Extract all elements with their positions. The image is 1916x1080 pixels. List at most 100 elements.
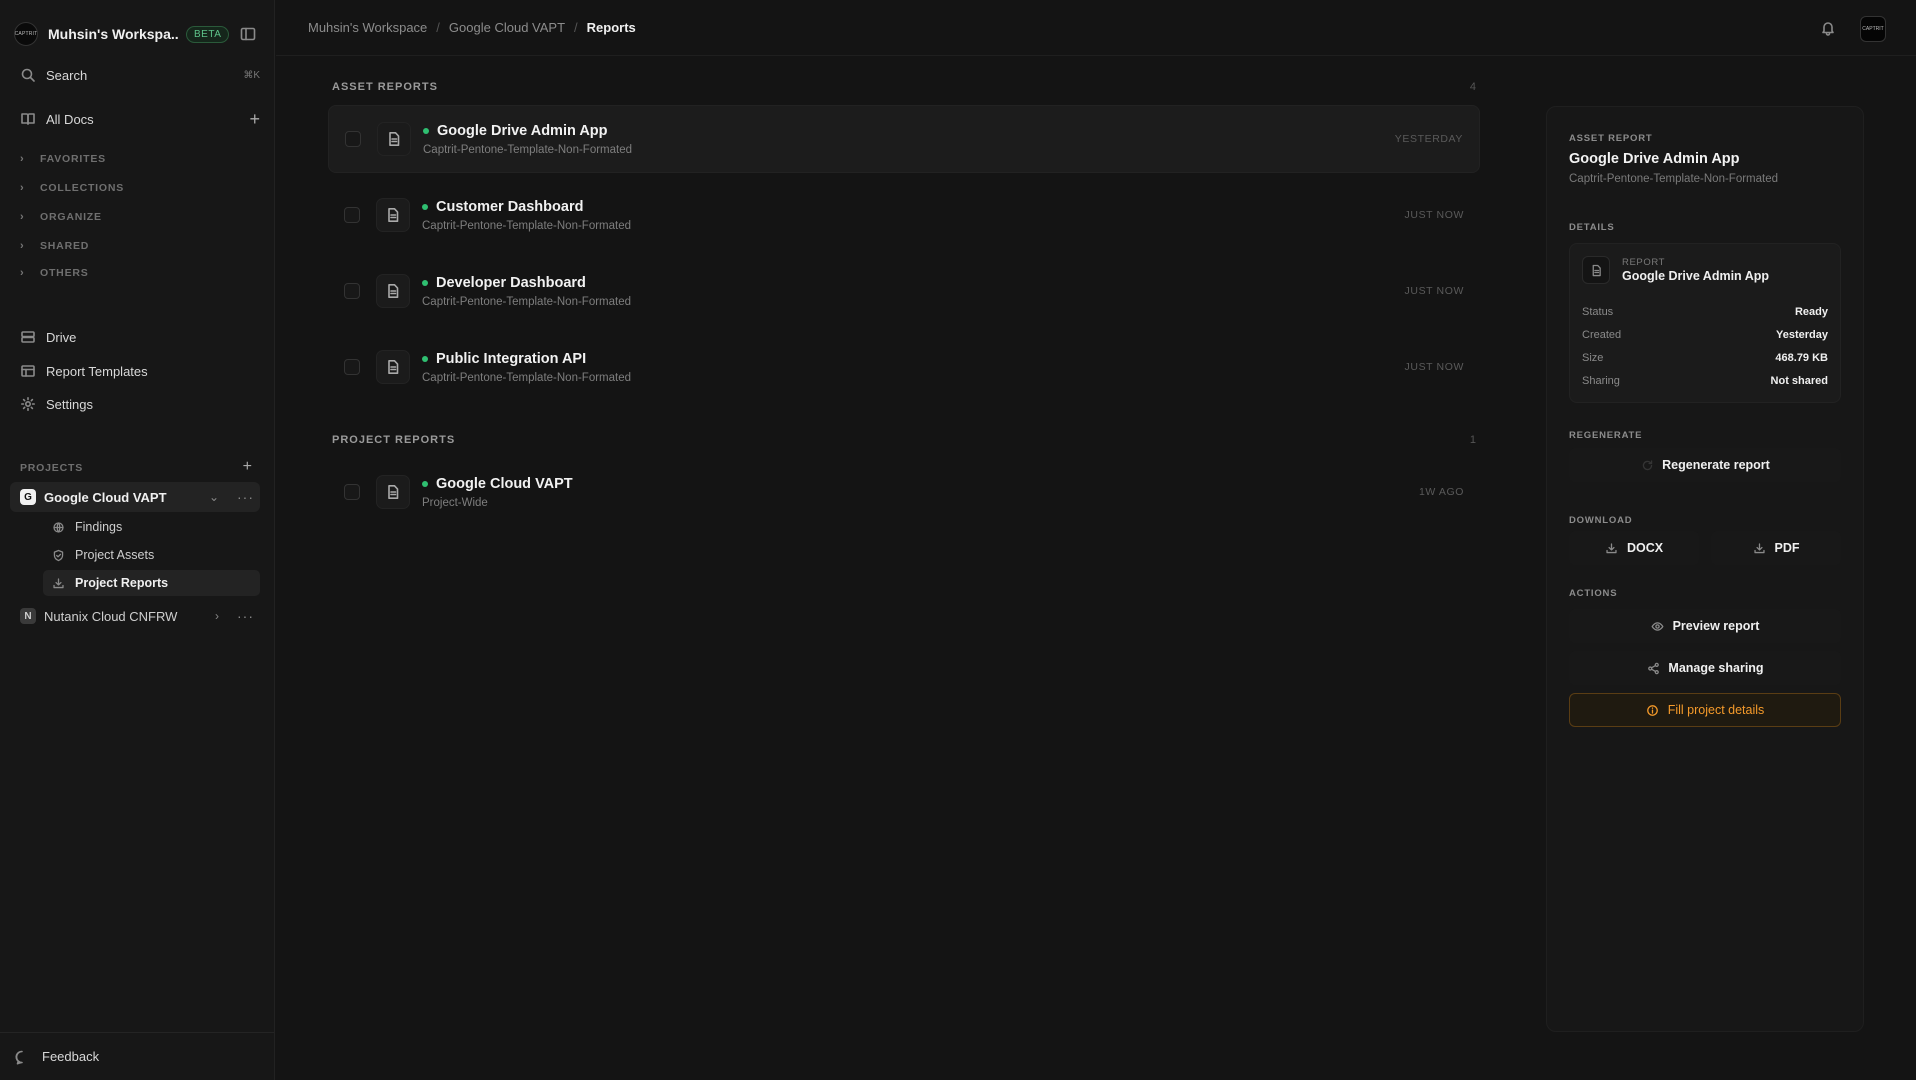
- chevron-right-icon: ›: [20, 153, 25, 165]
- breadcrumb-workspace[interactable]: Muhsin's Workspace: [308, 20, 427, 35]
- section-others[interactable]: › OTHERS: [20, 264, 89, 282]
- bell-icon[interactable]: [1820, 20, 1836, 36]
- detail-key: Created: [1582, 329, 1622, 341]
- preview-report-button[interactable]: Preview report: [1569, 609, 1841, 643]
- workspace-header[interactable]: CAPTRIT Muhsin's Workspa... BETA: [14, 20, 260, 48]
- section-collections[interactable]: › COLLECTIONS: [20, 179, 124, 197]
- report-file-icon-box: [377, 122, 411, 156]
- regenerate-report-button[interactable]: Regenerate report: [1569, 448, 1841, 482]
- document-icon: [1588, 262, 1604, 278]
- download-pdf-button[interactable]: PDF: [1711, 531, 1841, 565]
- bug-icon: [51, 520, 65, 534]
- sidebar-toggle-icon[interactable]: [240, 26, 256, 42]
- project-nutanix-cloud-cnfrw[interactable]: N Nutanix Cloud CNFRW › ···: [10, 601, 260, 631]
- sidebar-item-project-assets[interactable]: Project Assets: [43, 542, 260, 568]
- sidebar-item-settings[interactable]: Settings: [20, 392, 260, 416]
- project-google-cloud-vapt[interactable]: G Google Cloud VAPT ⌄ ···: [10, 482, 260, 512]
- findings-label: Findings: [75, 520, 123, 534]
- document-icon: [385, 283, 401, 299]
- sidebar-item-drive[interactable]: Drive: [20, 325, 260, 349]
- manage-sharing-button[interactable]: Manage sharing: [1569, 651, 1841, 685]
- chevron-right-icon[interactable]: ›: [215, 609, 219, 623]
- breadcrumb: Muhsin's Workspace / Google Cloud VAPT /…: [308, 20, 636, 35]
- report-row[interactable]: Developer Dashboard Captrit-Pentone-Temp…: [328, 257, 1480, 325]
- actions-label: ACTIONS: [1569, 588, 1618, 599]
- report-row[interactable]: Google Drive Admin App Captrit-Pentone-T…: [328, 105, 1480, 173]
- sidebar-item-all-docs[interactable]: All Docs +: [20, 107, 260, 131]
- row-checkbox[interactable]: [344, 283, 360, 299]
- report-templates-label: Report Templates: [46, 363, 148, 379]
- panel-title: Google Drive Admin App: [1569, 151, 1740, 167]
- breadcrumb-separator: /: [574, 20, 578, 35]
- topbar: Muhsin's Workspace / Google Cloud VAPT /…: [276, 0, 1916, 56]
- fill-project-details-button[interactable]: Fill project details: [1569, 693, 1841, 727]
- download-docx-button[interactable]: DOCX: [1569, 531, 1699, 565]
- row-checkbox[interactable]: [344, 207, 360, 223]
- refresh-icon: [1640, 458, 1654, 472]
- workspace-name[interactable]: Muhsin's Workspa...: [48, 26, 178, 42]
- detail-value: Yesterday: [1776, 329, 1828, 341]
- report-time: 1W AGO: [1418, 486, 1464, 498]
- more-options-icon[interactable]: ···: [237, 489, 254, 505]
- book-icon: [20, 111, 36, 127]
- section-favorites[interactable]: › FAVORITES: [20, 150, 106, 168]
- report-file-icon-box: [376, 475, 410, 509]
- section-shared[interactable]: › SHARED: [20, 237, 89, 255]
- detail-row-size: Size 468.79 KB: [1582, 352, 1828, 364]
- report-file-icon-box: [1582, 256, 1610, 284]
- share-icon: [1646, 661, 1660, 675]
- report-template: Captrit-Pentone-Template-Non-Formated: [422, 371, 632, 384]
- report-template: Captrit-Pentone-Template-Non-Formated: [422, 219, 632, 232]
- add-doc-button[interactable]: +: [249, 110, 260, 128]
- report-row[interactable]: Customer Dashboard Captrit-Pentone-Templ…: [328, 181, 1480, 249]
- section-label: ORGANIZE: [40, 211, 102, 223]
- report-time: JUST NOW: [1404, 209, 1464, 221]
- report-row[interactable]: Public Integration API Captrit-Pentone-T…: [328, 333, 1480, 401]
- section-title: ASSET REPORTS: [332, 81, 438, 93]
- sidebar-item-project-reports[interactable]: Project Reports: [43, 570, 260, 596]
- report-title: Customer Dashboard: [436, 198, 584, 215]
- row-checkbox[interactable]: [345, 131, 361, 147]
- drive-icon: [20, 329, 36, 345]
- section-count: 4: [1469, 81, 1476, 93]
- document-icon: [385, 484, 401, 500]
- status-dot: [423, 127, 429, 134]
- search-icon: [20, 67, 36, 83]
- row-checkbox[interactable]: [344, 359, 360, 375]
- report-title: Google Cloud VAPT: [436, 475, 573, 492]
- status-dot: [422, 355, 428, 362]
- sidebar-item-findings[interactable]: Findings: [43, 514, 260, 540]
- download-icon: [1753, 541, 1767, 555]
- details-card: REPORT Google Drive Admin App Status Rea…: [1569, 243, 1841, 403]
- sidebar: CAPTRIT Muhsin's Workspa... BETA Search …: [0, 0, 275, 1080]
- section-label: COLLECTIONS: [40, 182, 125, 194]
- report-row[interactable]: Google Cloud VAPT Project-Wide 1W AGO: [328, 458, 1480, 526]
- regenerate-label: REGENERATE: [1569, 430, 1643, 441]
- breadcrumb-project[interactable]: Google Cloud VAPT: [449, 20, 565, 35]
- download-icon: [1605, 541, 1619, 555]
- avatar[interactable]: CAPTRIT: [1860, 16, 1886, 42]
- chat-icon: [14, 1049, 30, 1065]
- report-title: Public Integration API: [436, 350, 587, 367]
- feedback-label: Feedback: [42, 1049, 100, 1064]
- report-file-icon-box: [376, 350, 410, 384]
- section-title: PROJECT REPORTS: [332, 434, 456, 446]
- search-button[interactable]: Search ⌘K: [20, 63, 260, 87]
- report-template: Captrit-Pentone-Template-Non-Formated: [423, 143, 633, 156]
- chevron-down-icon[interactable]: ⌄: [209, 490, 219, 504]
- detail-value: Not shared: [1770, 375, 1828, 387]
- docx-label: DOCX: [1626, 541, 1664, 555]
- feedback-button[interactable]: Feedback: [0, 1032, 274, 1080]
- row-checkbox[interactable]: [344, 484, 360, 500]
- project-name: Google Cloud VAPT: [44, 489, 167, 505]
- status-dot: [422, 480, 428, 487]
- add-project-button[interactable]: +: [243, 458, 252, 476]
- section-organize[interactable]: › ORGANIZE: [20, 208, 102, 226]
- preview-label: Preview report: [1672, 619, 1760, 633]
- more-options-icon[interactable]: ···: [237, 608, 254, 624]
- sidebar-item-report-templates[interactable]: Report Templates: [20, 359, 260, 383]
- section-count: 1: [1469, 434, 1476, 446]
- project-badge: N: [20, 608, 36, 624]
- detail-value: 468.79 KB: [1775, 352, 1828, 364]
- download-label: DOWNLOAD: [1569, 515, 1633, 526]
